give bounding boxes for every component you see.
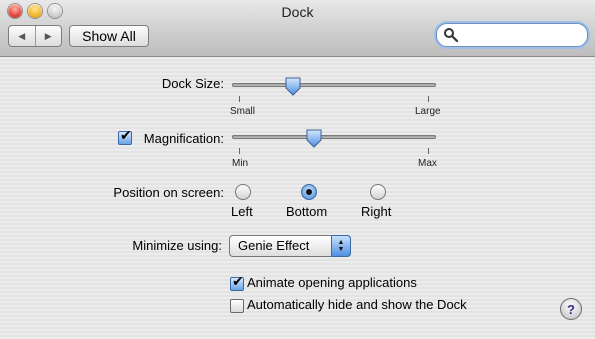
position-left-label: Left [231, 204, 253, 219]
magnification-min-label: Min [232, 158, 249, 169]
autohide-checkbox[interactable] [230, 299, 244, 313]
dock-size-slider-track[interactable] [232, 83, 436, 87]
title-bar: Dock ◀ ▶ Show All [0, 0, 595, 57]
position-label: Position on screen: [113, 185, 224, 200]
dock-size-label: Dock Size: [161, 76, 224, 91]
minimize-effect-value: Genie Effect [238, 238, 310, 253]
dock-size-max-tick [428, 96, 429, 102]
animate-label: Animate opening applications [247, 275, 417, 290]
help-button[interactable]: ? [560, 298, 582, 320]
position-bottom-label: Bottom [286, 204, 328, 219]
dock-size-min-label: Small [230, 106, 256, 117]
dock-size-slider-thumb[interactable] [284, 77, 302, 97]
dock-preferences-window: Dock ◀ ▶ Show All Dock Size: Small Large… [0, 0, 595, 339]
magnification-checkbox[interactable] [118, 128, 132, 145]
magnification-max-label: Max [418, 158, 437, 169]
window-title: Dock [281, 4, 314, 20]
back-forward-control: ◀ ▶ [8, 25, 62, 47]
autohide-label: Automatically hide and show the Dock [247, 297, 467, 312]
position-right-radio[interactable] [370, 184, 386, 200]
popup-arrows-icon: ▲ ▼ [331, 235, 351, 257]
back-arrow-icon[interactable]: ◀ [9, 26, 35, 46]
search-field[interactable] [436, 23, 588, 47]
position-left-radio[interactable] [235, 184, 251, 200]
dock-size-min-tick [239, 96, 240, 102]
forward-arrow-icon[interactable]: ▶ [34, 26, 62, 46]
dock-size-max-label: Large [415, 106, 441, 117]
minimize-effect-popup[interactable]: Genie Effect ▲ ▼ [229, 235, 351, 257]
minimize-label: Minimize using: [132, 238, 222, 253]
magnification-slider-thumb[interactable] [305, 129, 323, 149]
search-icon [444, 28, 459, 43]
magnification-max-tick [428, 148, 429, 154]
magnification-label: Magnification: [143, 131, 224, 146]
settings-pane: Dock Size: Small Large Magnification: Mi… [0, 57, 595, 339]
magnification-slider-track[interactable] [232, 135, 436, 139]
animate-checkbox[interactable] [230, 274, 244, 291]
magnification-min-tick [239, 148, 240, 154]
position-right-label: Right [361, 204, 392, 219]
show-all-button[interactable]: Show All [69, 25, 149, 47]
position-bottom-radio[interactable] [301, 184, 317, 200]
